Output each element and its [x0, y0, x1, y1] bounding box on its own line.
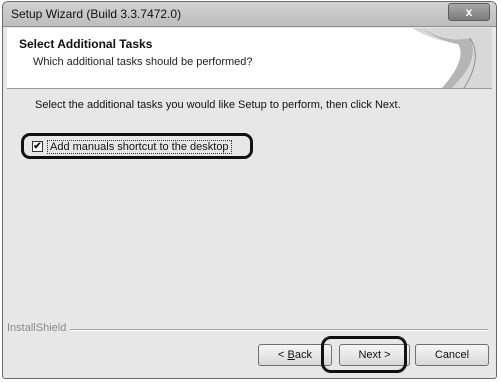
- window-title: Setup Wizard (Build 3.3.7472.0): [11, 7, 182, 21]
- installshield-separator: InstallShield: [3, 320, 494, 334]
- manuals-shortcut-label[interactable]: Add manuals shortcut to the desktop: [47, 140, 232, 154]
- close-icon: x: [465, 5, 473, 19]
- header-panel: Select Additional Tasks Which additional…: [7, 28, 492, 89]
- back-accelerator: B: [287, 349, 295, 361]
- task-highlight: ✔ Add manuals shortcut to the desktop: [21, 133, 253, 159]
- back-label-rest: ack: [294, 349, 312, 361]
- cancel-button[interactable]: Cancel: [415, 344, 489, 366]
- installshield-brand: InstallShield: [7, 322, 67, 334]
- checkmark-icon: ✔: [33, 141, 42, 152]
- title-bar[interactable]: Setup Wizard (Build 3.3.7472.0) x: [3, 2, 496, 27]
- instructions-text: Select the additional tasks you would li…: [35, 99, 401, 111]
- back-prefix: <: [278, 349, 288, 361]
- separator-line: [70, 329, 488, 331]
- content-area: Select the additional tasks you would li…: [7, 89, 492, 319]
- curled-page-art-icon: [412, 28, 492, 88]
- page-title: Select Additional Tasks: [19, 37, 153, 51]
- page-subtitle: Which additional tasks should be perform…: [33, 56, 253, 68]
- setup-wizard-window: Setup Wizard (Build 3.3.7472.0) x Select…: [2, 1, 497, 379]
- close-button[interactable]: x: [448, 3, 490, 21]
- manuals-shortcut-checkbox[interactable]: ✔: [32, 141, 43, 152]
- next-highlight: [321, 336, 407, 373]
